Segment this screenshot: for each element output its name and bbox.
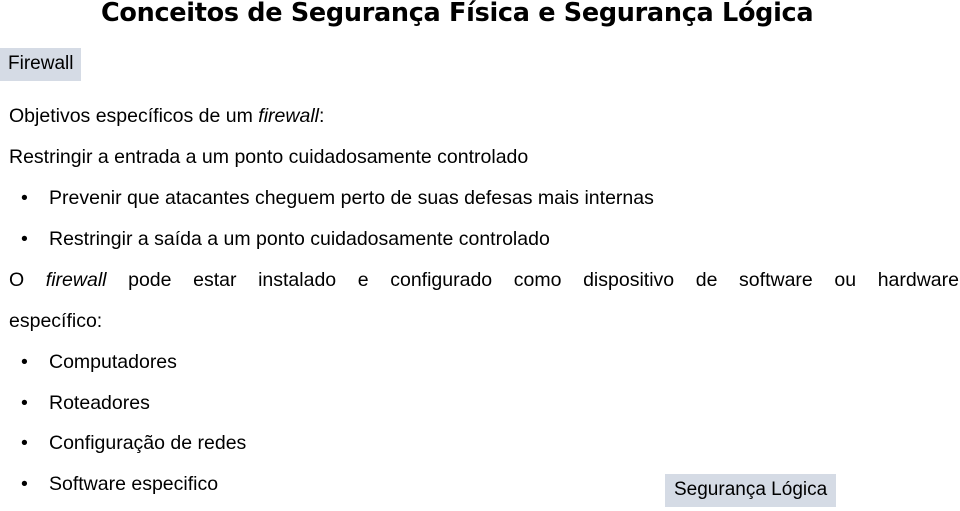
intro-line: Objetivos específicos de um firewall:	[9, 104, 324, 128]
list-item-text: Restringir a saída a um ponto cuidadosam…	[49, 228, 550, 250]
list-item-text: Configuração de redes	[49, 432, 247, 454]
install-emphasis: firewall	[45, 269, 107, 291]
list-item-text: Prevenir que atacantes cheguem perto de …	[49, 187, 654, 209]
install-prefix: O	[9, 269, 46, 291]
intro-prefix: Objetivos específicos de um	[9, 105, 259, 127]
intro-suffix: :	[318, 105, 325, 127]
install-paragraph-line1: O firewall pode estar instalado e config…	[9, 268, 959, 292]
bullet-icon: •	[21, 392, 28, 414]
objective-line: Restringir a entrada a um ponto cuidados…	[9, 146, 529, 168]
list-item-text: Software especifico	[49, 473, 219, 495]
bullet-icon: •	[21, 351, 28, 373]
list-item: • Software especifico	[21, 472, 218, 496]
list-item: • Restringir a saída a um ponto cuidadosa…	[21, 227, 550, 251]
install-rest: pode estar instalado e configurado como …	[106, 269, 959, 291]
bullet-icon: •	[21, 473, 28, 495]
intro-emphasis: firewall	[258, 105, 319, 127]
list-item-text: Computadores	[49, 351, 177, 373]
list-item-text: Roteadores	[49, 392, 150, 414]
section-tag-firewall: Firewall	[0, 48, 82, 81]
slide-title: Conceitos de Segurança Física e Seguranç…	[101, 0, 814, 28]
install-paragraph-line2: específico:	[9, 310, 103, 332]
bullet-icon: •	[21, 187, 28, 209]
list-item: • Computadores	[21, 350, 177, 374]
footer-tag-seguranca-logica: Segurança Lógica	[665, 474, 837, 507]
list-item: • Prevenir que atacantes cheguem perto de…	[21, 186, 654, 210]
list-item: • Roteadores	[21, 391, 150, 415]
bullet-icon: •	[21, 432, 28, 454]
list-item: • Configuração de redes	[21, 431, 246, 455]
bullet-icon: •	[21, 228, 28, 250]
